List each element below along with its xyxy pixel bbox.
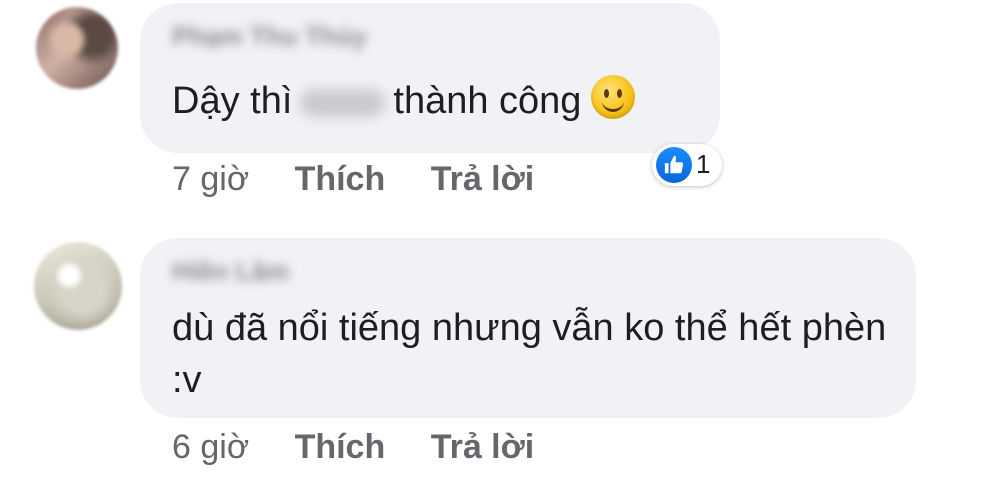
- comment-time[interactable]: 7 giờ: [172, 160, 249, 198]
- like-button[interactable]: Thích: [295, 160, 386, 198]
- comment-author[interactable]: Hiền Lâm: [172, 256, 289, 287]
- reply-button[interactable]: Trả lời: [431, 428, 535, 466]
- slightly-smiling-face-icon: [591, 75, 636, 119]
- comment-bubble: Hiền Lâm dù đã nổi tiếng nhưng vẫn ko th…: [140, 238, 916, 418]
- comment-text-end: thành công: [393, 80, 582, 122]
- like-button[interactable]: Thích: [295, 428, 386, 466]
- comment-actions: 7 giờ Thích Trả lời: [172, 160, 570, 199]
- comment-text: dù đã nổi tiếng nhưng vẫn ko thể hết phè…: [172, 307, 887, 401]
- comment-author[interactable]: Phạm Thu Thủy: [172, 21, 367, 52]
- redacted-word: [300, 88, 386, 117]
- comment-text: Dậy thì thành công: [172, 75, 636, 127]
- like-thumb-icon: [656, 147, 692, 183]
- reply-button[interactable]: Trả lời: [431, 160, 535, 198]
- avatar[interactable]: [34, 242, 122, 330]
- avatar[interactable]: [36, 7, 118, 89]
- comment-bubble: Phạm Thu Thủy Dậy thì thành công: [140, 3, 720, 153]
- reaction-summary[interactable]: 1: [652, 144, 722, 186]
- comment-actions: 6 giờ Thích Trả lời: [172, 428, 570, 467]
- comment-text-start: Dậy thì: [172, 80, 293, 122]
- reaction-count: 1: [696, 149, 711, 179]
- comment-time[interactable]: 6 giờ: [172, 428, 249, 466]
